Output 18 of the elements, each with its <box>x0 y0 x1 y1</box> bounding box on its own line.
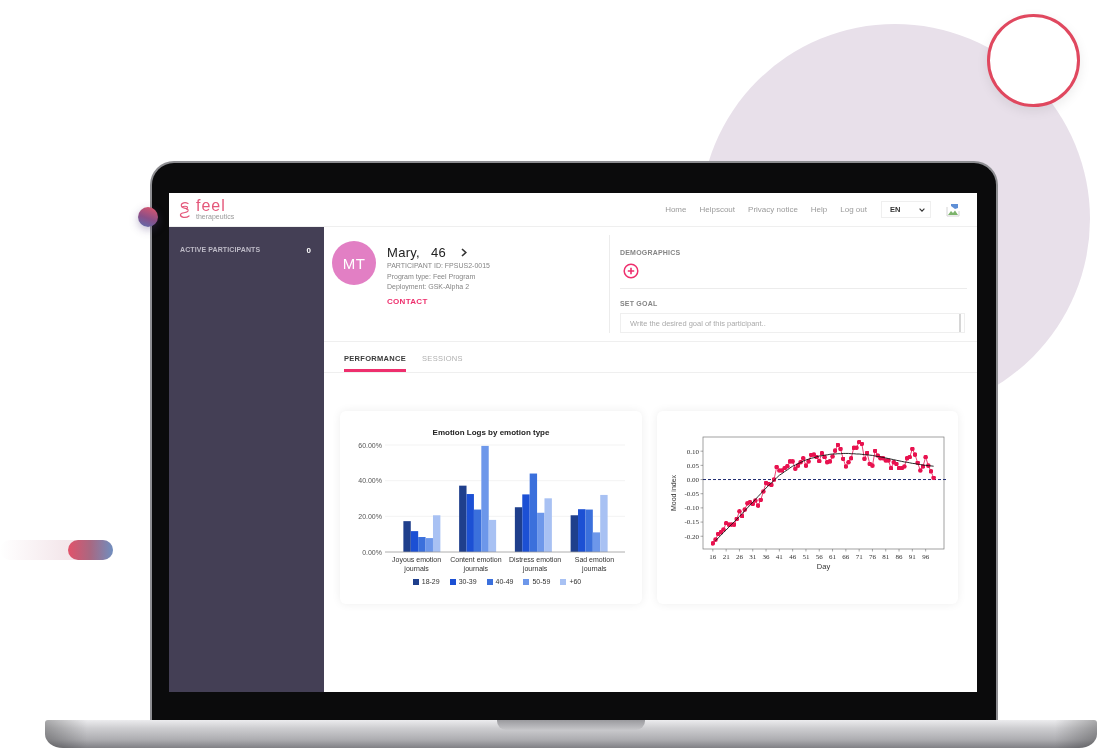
participant-count: 0 <box>306 246 311 255</box>
nav-link[interactable]: Privacy notice <box>748 205 798 214</box>
chevron-right-icon[interactable] <box>461 247 468 257</box>
logo-name: feel <box>196 198 227 213</box>
contact-link[interactable]: CONTACT <box>387 296 428 307</box>
chart-title: Emotion Logs by emotion type <box>432 428 550 437</box>
plus-circle-icon[interactable] <box>623 263 639 279</box>
nav-link[interactable]: Log out <box>840 205 867 214</box>
nav-link[interactable]: Help <box>810 205 828 214</box>
gradient-dot-icon <box>138 207 158 227</box>
broken-image-icon[interactable] <box>946 202 960 217</box>
nav-link[interactable]: Helpscout <box>699 205 736 214</box>
participant-name: Mary, <box>387 244 421 260</box>
nav-link[interactable]: Home <box>665 205 687 214</box>
participant-age: 46 <box>431 244 447 260</box>
logo-icon <box>178 200 192 219</box>
avatar: MT <box>332 241 376 285</box>
chevron-down-icon <box>919 207 925 212</box>
